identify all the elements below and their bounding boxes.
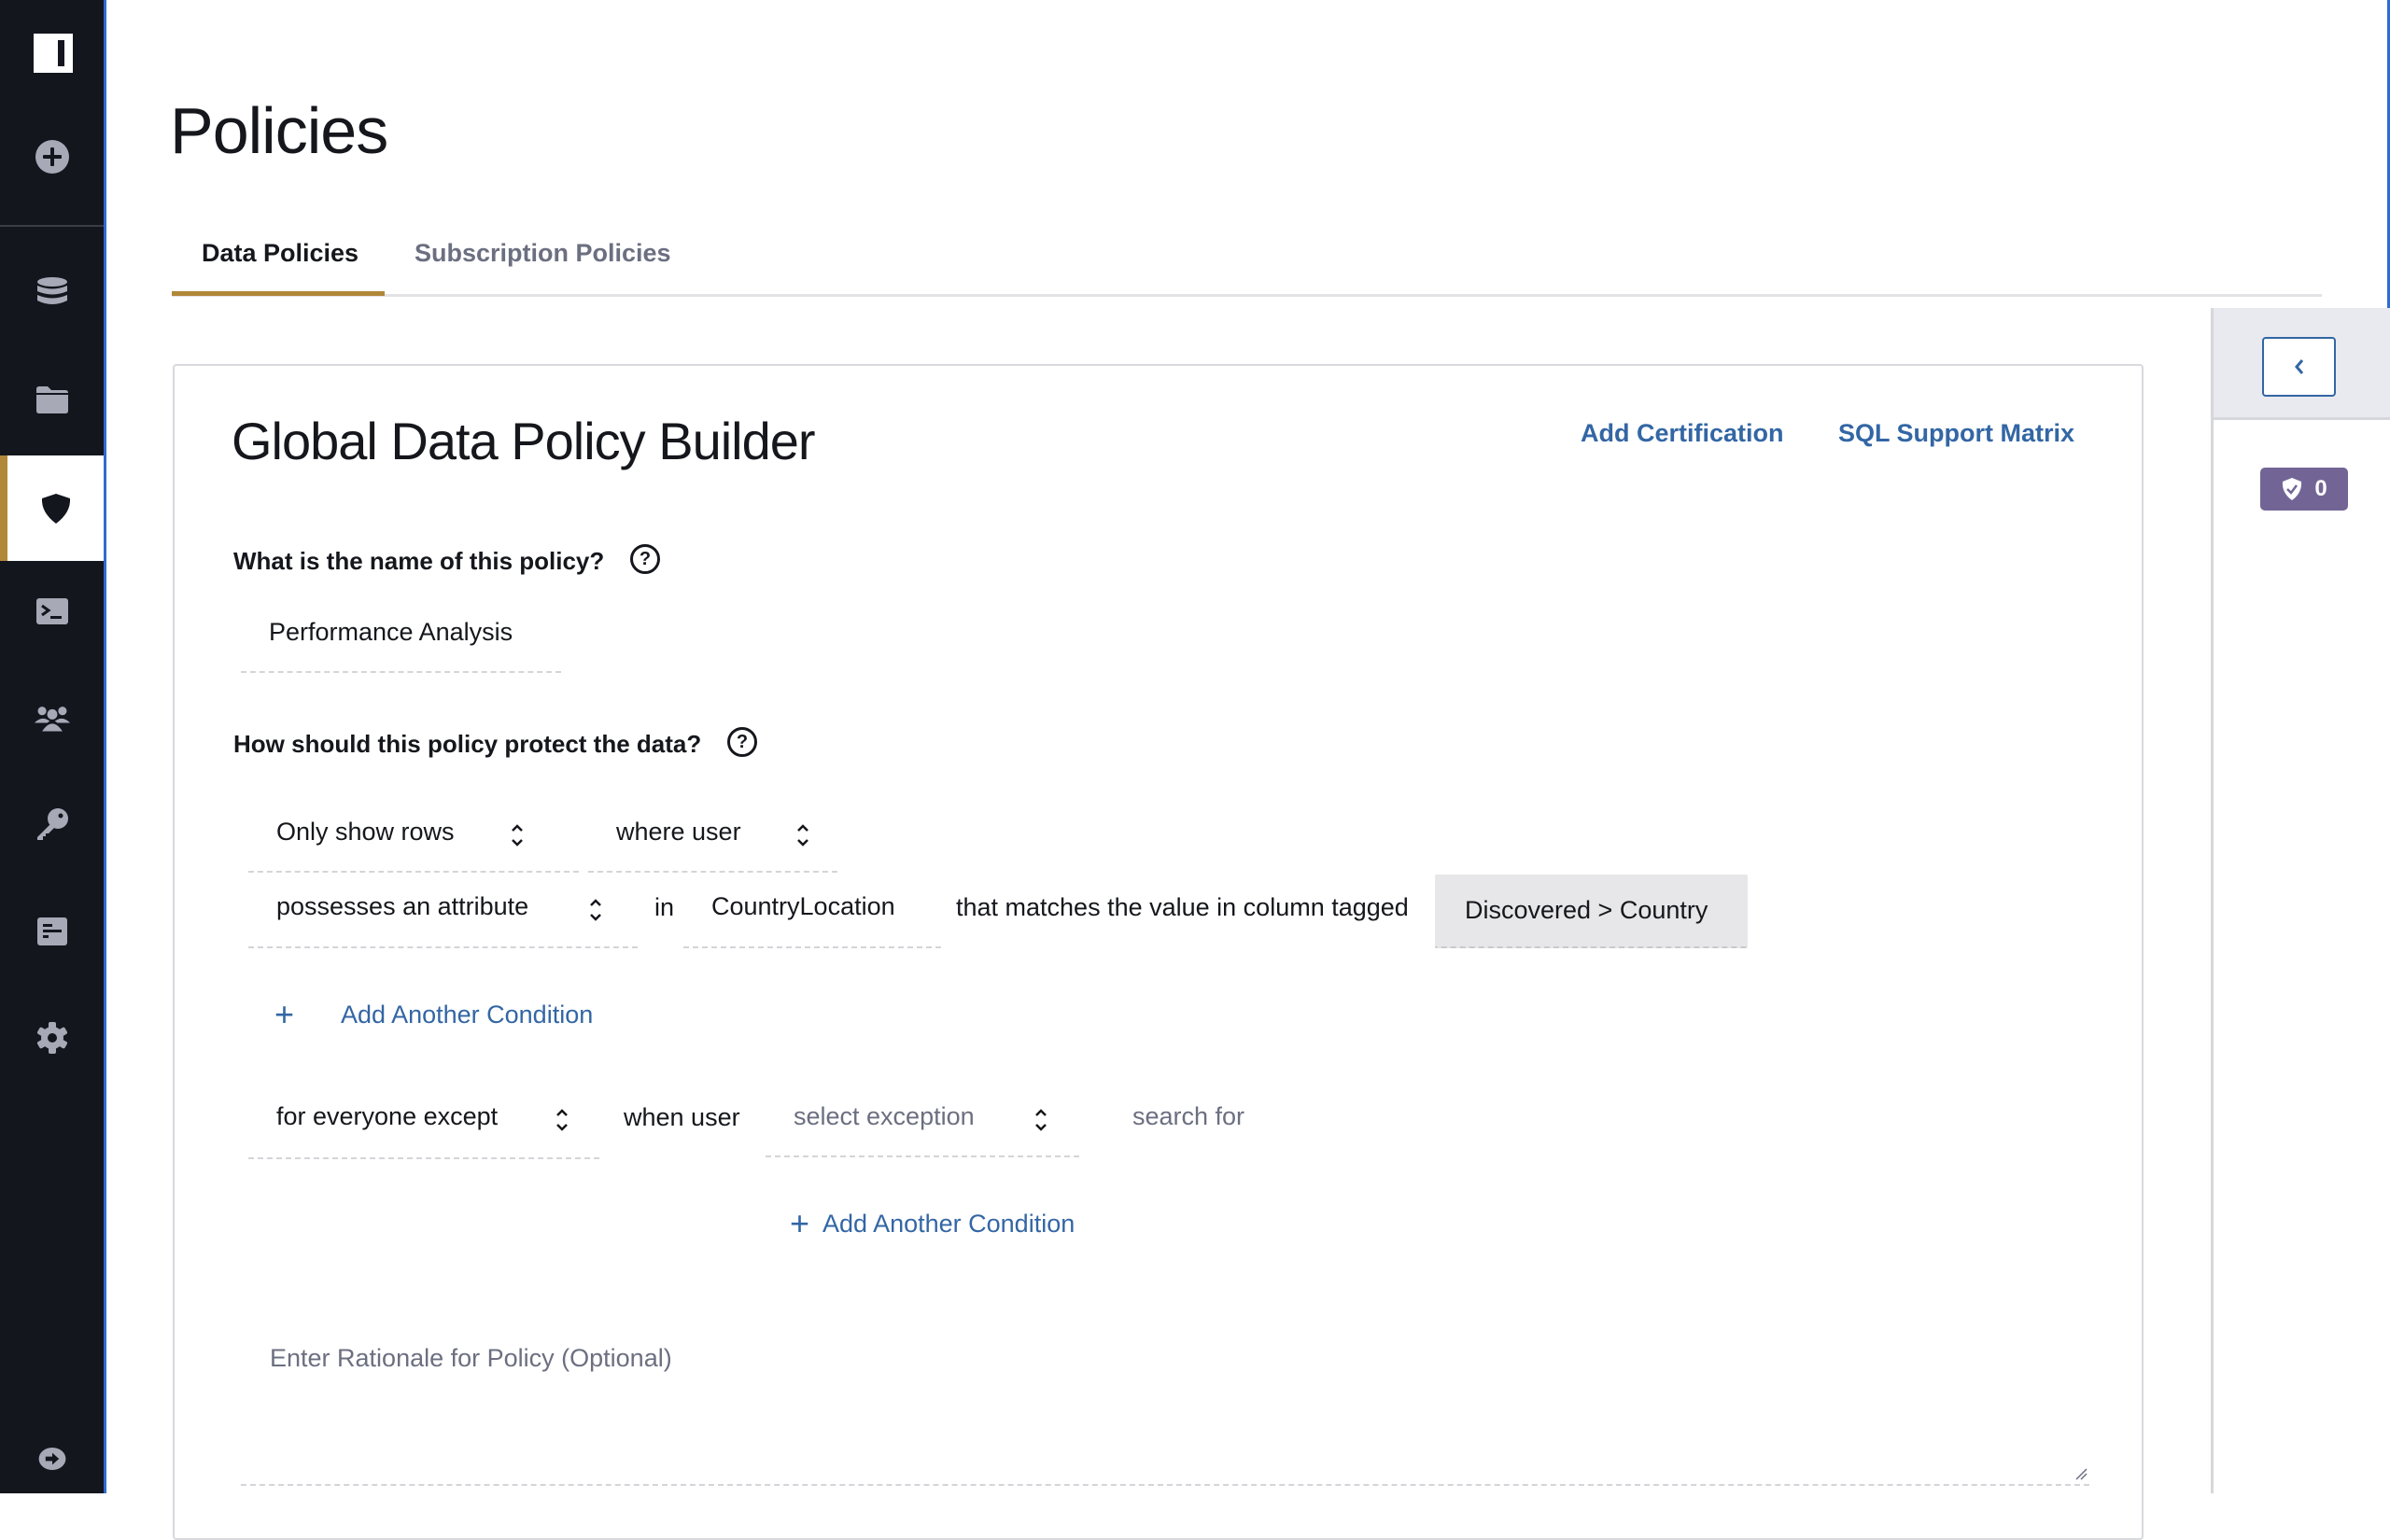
sidebar-item-users[interactable] — [0, 665, 104, 770]
terminal-icon — [35, 598, 68, 624]
users-icon — [34, 707, 70, 732]
report-icon — [36, 917, 67, 945]
chevron-up-down-icon — [556, 1109, 568, 1131]
folder-icon — [35, 386, 68, 413]
exception-search-input[interactable]: search for — [1132, 1102, 1244, 1131]
exception-scope-value: for everyone except — [276, 1102, 499, 1130]
builder-title: Global Data Policy Builder — [232, 412, 816, 470]
certified-count: 0 — [2314, 476, 2327, 501]
chevron-up-down-icon — [590, 899, 601, 921]
exception-scope-select[interactable]: for everyone except — [248, 1091, 599, 1159]
plus-icon: + — [790, 1204, 810, 1242]
database-icon — [36, 277, 67, 304]
exception-select[interactable]: select exception — [766, 1091, 1079, 1157]
column-tag-select[interactable]: Discovered > Country — [1435, 875, 1748, 948]
help-glyph: ? — [736, 731, 749, 752]
add-condition-label: Add Another Condition — [341, 1000, 594, 1029]
chevron-up-down-icon — [512, 824, 523, 847]
sidebar-item-logout[interactable] — [0, 1407, 104, 1511]
plus-icon: + — [274, 995, 295, 1033]
sidebar-item-keys[interactable] — [0, 772, 104, 876]
action-select[interactable]: Only show rows — [248, 806, 579, 873]
rationale-textarea[interactable]: Enter Rationale for Policy (Optional) — [241, 1316, 2089, 1486]
chevron-left-icon — [2294, 359, 2303, 374]
side-panel-header — [2214, 308, 2390, 420]
page-title: Policies — [170, 94, 388, 167]
condition-select[interactable]: possesses an attribute — [248, 881, 638, 948]
sidebar-divider — [0, 225, 104, 227]
policy-name-value: Performance Analysis — [269, 618, 513, 646]
active-tab-indicator — [172, 291, 385, 296]
exception-placeholder: select exception — [794, 1102, 975, 1130]
shield-icon — [41, 493, 70, 524]
key-icon — [36, 808, 68, 840]
attribute-value: CountryLocation — [711, 892, 895, 920]
add-certification-link[interactable]: Add Certification — [1581, 419, 1784, 448]
sidebar-item-data-sources[interactable] — [0, 240, 104, 344]
resize-handle-icon[interactable] — [2074, 1467, 2088, 1480]
sidebar-item-query-editor[interactable] — [0, 559, 104, 664]
sql-support-matrix-link[interactable]: SQL Support Matrix — [1838, 419, 2074, 448]
sidebar-item-create[interactable] — [0, 105, 104, 209]
sidebar-item-policies[interactable] — [0, 455, 104, 561]
logo-icon[interactable] — [34, 34, 73, 73]
collapse-panel-button[interactable] — [2262, 337, 2336, 397]
sidebar-nav — [0, 0, 106, 1493]
help-glyph: ? — [639, 548, 652, 569]
subject-value: where user — [616, 818, 741, 846]
condition-value: possesses an attribute — [276, 892, 529, 920]
shield-check-icon — [2283, 478, 2302, 500]
when-user-label: when user — [624, 1103, 740, 1131]
help-icon[interactable]: ? — [630, 544, 660, 574]
chevron-up-down-icon — [1035, 1109, 1047, 1131]
add-exception-condition-button[interactable]: + Add Another Condition — [790, 1204, 1075, 1243]
sidebar-item-settings[interactable] — [0, 986, 104, 1090]
chevron-up-down-icon — [797, 824, 808, 847]
matches-label: that matches the value in column tagged — [956, 893, 1409, 921]
add-condition-button[interactable]: + Add Another Condition — [274, 995, 593, 1034]
policy-tabs: Data Policies Subscription Policies — [172, 224, 2322, 297]
gear-icon — [36, 1022, 67, 1054]
rationale-placeholder: Enter Rationale for Policy (Optional) — [270, 1344, 672, 1372]
attribute-select[interactable]: CountryLocation — [683, 881, 941, 948]
sidebar-item-reports[interactable] — [0, 879, 104, 984]
right-side-panel: 0 — [2211, 308, 2390, 1493]
sidebar-item-projects[interactable] — [0, 347, 104, 452]
subject-select[interactable]: where user — [588, 806, 837, 873]
column-tag-value: Discovered > Country — [1465, 896, 1708, 924]
action-value: Only show rows — [276, 818, 455, 846]
certification-badge[interactable]: 0 — [2260, 468, 2348, 511]
protection-label: How should this policy protect the data? — [233, 730, 702, 758]
tab-subscription-policies[interactable]: Subscription Policies — [415, 239, 671, 268]
tab-data-policies[interactable]: Data Policies — [202, 239, 358, 268]
in-label: in — [654, 893, 675, 921]
arrow-right-circle-icon — [38, 1448, 65, 1470]
help-icon[interactable]: ? — [727, 727, 757, 757]
add-condition-label: Add Another Condition — [822, 1209, 1076, 1238]
policy-name-input[interactable]: Performance Analysis — [241, 607, 561, 673]
policy-name-label: What is the name of this policy? — [233, 547, 605, 575]
plus-circle-icon — [35, 140, 69, 174]
